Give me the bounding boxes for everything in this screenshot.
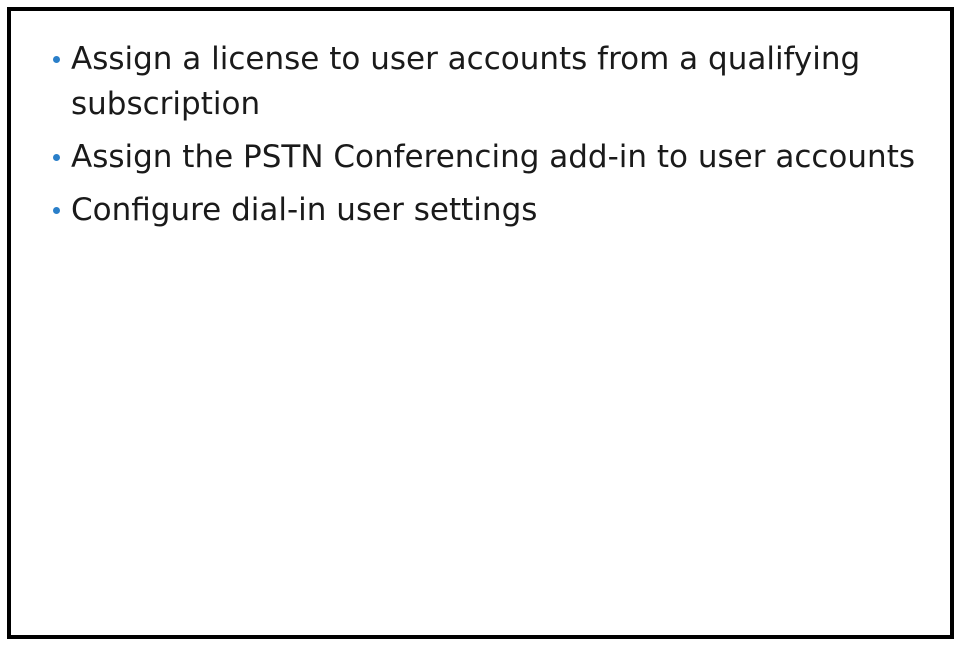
bullet-list: Assign a license to user accounts from a… (49, 37, 929, 241)
bullet-item-pstn-addin: Assign the PSTN Conferencing add-in to u… (49, 135, 929, 180)
slide-frame: Assign a license to user accounts from a… (7, 7, 954, 639)
bullet-text: Assign the PSTN Conferencing add-in to u… (71, 139, 915, 175)
bullet-text: Configure dial-in user settings (71, 192, 538, 228)
bullet-item-dial-in-settings: Configure dial-in user settings (49, 188, 929, 233)
bullet-item-license: Assign a license to user accounts from a… (49, 37, 929, 127)
bullet-dot-icon (53, 56, 60, 63)
bullet-dot-icon (53, 154, 60, 161)
bullet-dot-icon (53, 207, 60, 214)
bullet-text: Assign a license to user accounts from a… (71, 41, 861, 122)
